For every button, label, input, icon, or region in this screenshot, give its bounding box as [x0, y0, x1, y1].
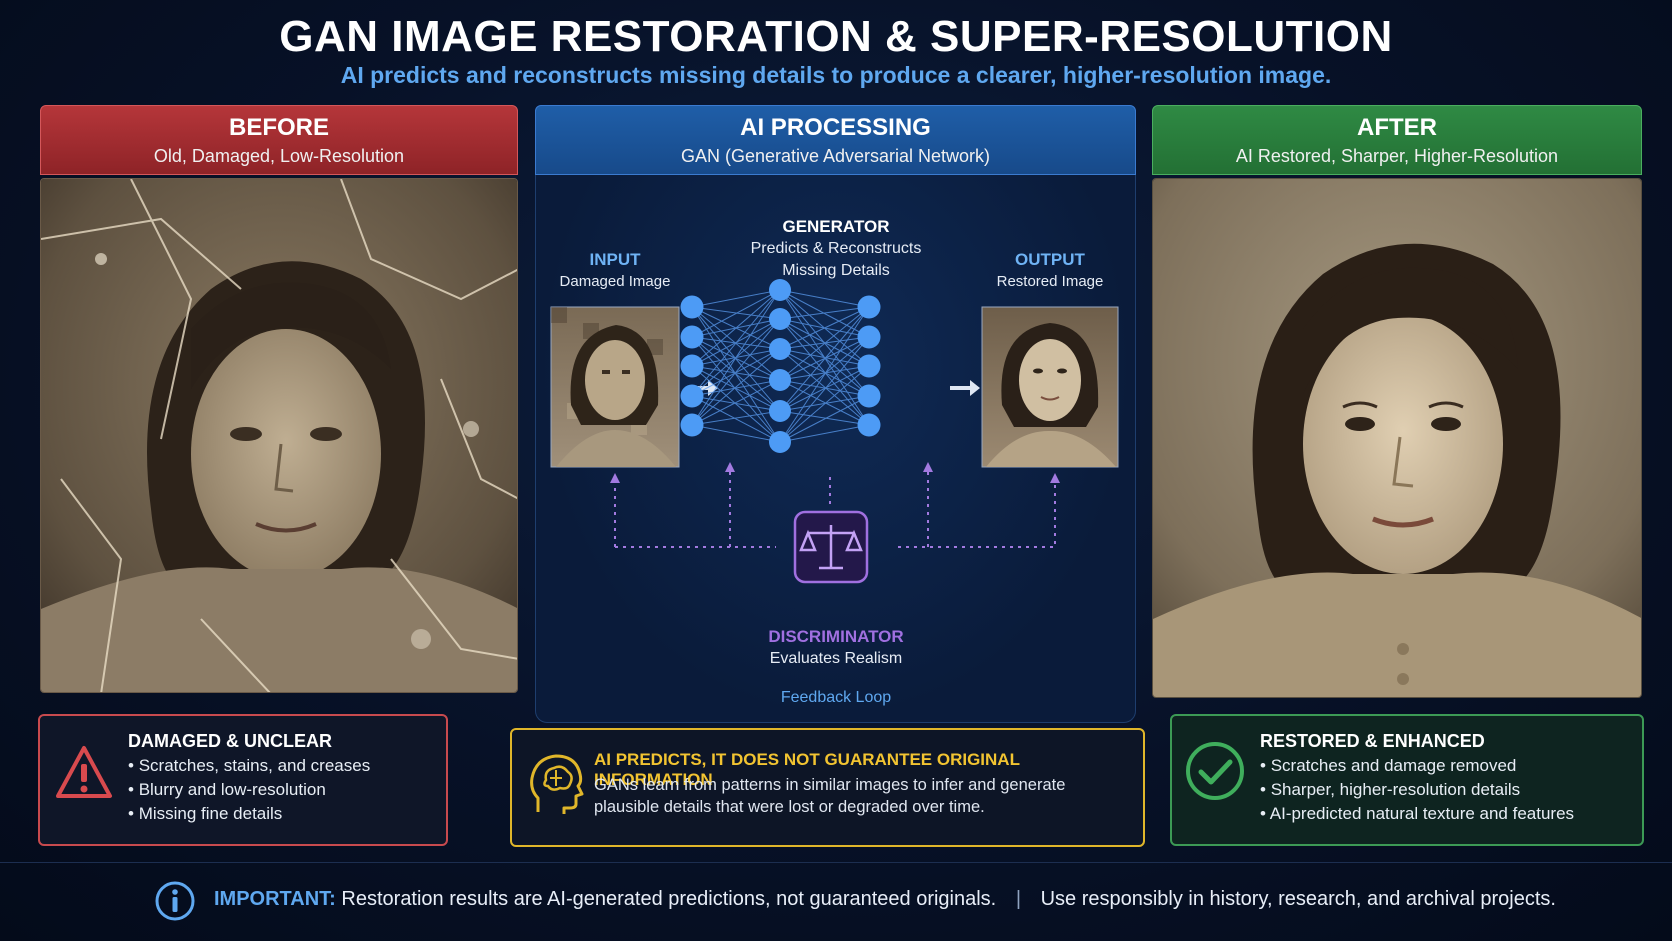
- restored-bullet-3: AI-predicted natural texture and feature…: [1260, 804, 1574, 824]
- ai-processing-header: AI PROCESSING GAN (Generative Adversaria…: [535, 105, 1136, 175]
- output-image: [981, 306, 1119, 468]
- input-sublabel: Damaged Image: [559, 273, 671, 290]
- after-subheading: AI Restored, Sharper, Higher-Resolution: [1235, 146, 1559, 166]
- ai-disclaimer-line-2: plausible details that were lost or degr…: [594, 798, 985, 816]
- before-subheading: Old, Damaged, Low-Resolution: [153, 146, 405, 166]
- network-connection: [691, 289, 781, 308]
- network-node: [857, 325, 881, 349]
- damaged-box-title: DAMAGED & UNCLEAR: [128, 731, 332, 751]
- network-node: [769, 400, 791, 422]
- network-node: [769, 308, 791, 330]
- before-header: BEFORE Old, Damaged, Low-Resolution: [40, 105, 518, 175]
- important-label: IMPORTANT:: [214, 888, 336, 910]
- before-heading: BEFORE: [228, 114, 329, 141]
- network-connection: [691, 424, 781, 443]
- discriminator-sublabel: Evaluates Realism: [769, 650, 903, 667]
- generator-sublabel-2: Missing Details: [782, 262, 890, 279]
- info-icon: [155, 881, 195, 921]
- network-node: [857, 413, 881, 437]
- network-node: [680, 295, 704, 319]
- network-node: [769, 279, 791, 301]
- network-node: [857, 354, 881, 378]
- check-circle-icon: [1186, 742, 1244, 800]
- network-node: [769, 369, 791, 391]
- network-node: [680, 325, 704, 349]
- page-subtitle: AI predicts and reconstructs missing det…: [340, 62, 1332, 88]
- network-node: [680, 384, 704, 408]
- network-node: [857, 295, 881, 319]
- restored-info-box: RESTORED & ENHANCED Scratches and damage…: [1170, 714, 1644, 846]
- input-image: [550, 306, 680, 468]
- footer-notice: IMPORTANT: Restoration results are AI-ge…: [0, 880, 1672, 921]
- input-label: INPUT: [589, 250, 641, 269]
- network-node: [857, 384, 881, 408]
- brain-head-icon: [530, 754, 584, 814]
- generator-network: [680, 279, 881, 453]
- output-sublabel: Restored Image: [996, 273, 1104, 290]
- footer-divider: [0, 862, 1672, 863]
- network-connection: [779, 424, 870, 443]
- page-title: GAN IMAGE RESTORATION & SUPER-RESOLUTION: [279, 12, 1393, 61]
- balance-scale-icon: [793, 510, 869, 584]
- ai-heading: AI PROCESSING: [740, 114, 931, 141]
- network-connection: [779, 348, 870, 367]
- footer-text-2: Use responsibly in history, research, an…: [1040, 888, 1556, 910]
- after-photo: [1152, 178, 1642, 698]
- restored-bullet-1: Scratches and damage removed: [1260, 756, 1517, 776]
- ai-disclaimer-box: AI PREDICTS, IT DOES NOT GUARANTEE ORIGI…: [510, 728, 1145, 847]
- ai-processing-panel: INPUT Damaged Image GENERATOR Predicts &…: [535, 175, 1136, 723]
- restored-box-title: RESTORED & ENHANCED: [1260, 731, 1485, 751]
- network-node: [680, 354, 704, 378]
- footer-separator: |: [1015, 888, 1022, 910]
- output-label: OUTPUT: [1015, 250, 1085, 269]
- network-node: [769, 338, 791, 360]
- flow-arrows: [688, 380, 980, 396]
- network-node: [769, 431, 791, 453]
- network-connection: [779, 306, 870, 443]
- generator-sublabel-1: Predicts & Reconstructs: [750, 240, 922, 257]
- network-node: [680, 413, 704, 437]
- before-photo: [40, 178, 518, 693]
- discriminator-label: DISCRIMINATOR: [768, 627, 904, 646]
- warning-triangle-icon: [56, 746, 112, 798]
- damaged-info-box: DAMAGED & UNCLEAR Scratches, stains, and…: [38, 714, 448, 846]
- damaged-bullet-3: Missing fine details: [128, 804, 283, 824]
- ai-disclaimer-line-1: GANs learn from patterns in similar imag…: [594, 776, 1066, 794]
- damaged-bullet-2: Blurry and low-resolution: [128, 780, 326, 800]
- restored-bullet-2: Sharper, higher-resolution details: [1260, 780, 1520, 800]
- after-heading: AFTER: [1357, 114, 1437, 141]
- after-header: AFTER AI Restored, Sharper, Higher-Resol…: [1152, 105, 1642, 175]
- network-connection: [779, 289, 870, 308]
- generator-label: GENERATOR: [782, 217, 890, 236]
- footer-text-1: Restoration results are AI-generated pre…: [341, 888, 997, 910]
- damaged-bullet-1: Scratches, stains, and creases: [128, 756, 371, 776]
- feedback-loop-label: Feedback Loop: [780, 689, 892, 706]
- ai-subheading: GAN (Generative Adversarial Network): [680, 146, 991, 166]
